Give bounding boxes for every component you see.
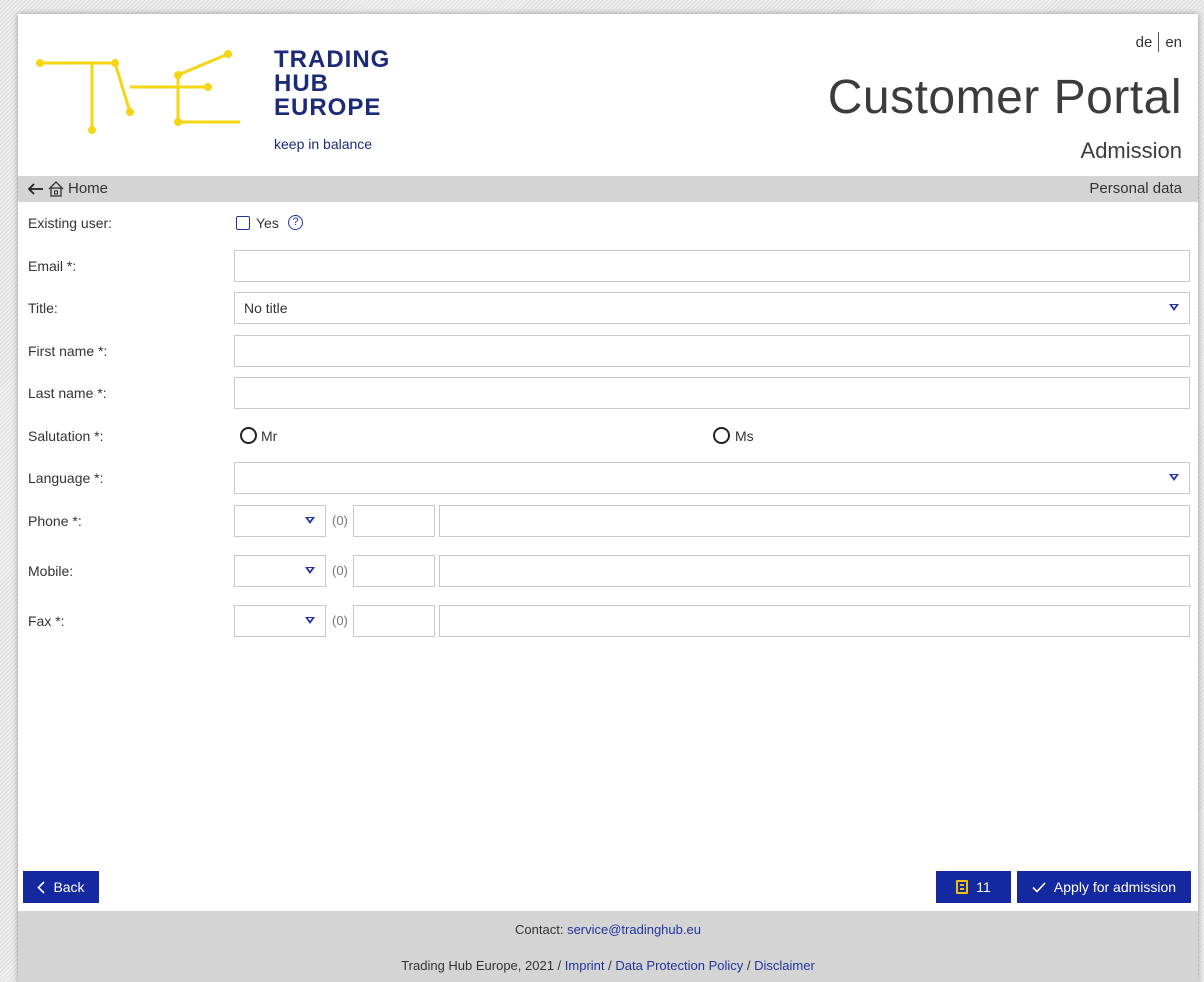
data-protection-link[interactable]: Data Protection Policy bbox=[615, 958, 743, 973]
chevron-down-icon bbox=[305, 517, 315, 524]
contact-email-link[interactable]: service@tradinghub.eu bbox=[567, 922, 701, 937]
salutation-ms-label[interactable]: Ms bbox=[735, 428, 754, 444]
last-name-row: Last name *: bbox=[18, 377, 1198, 409]
home-link[interactable]: Home bbox=[28, 180, 108, 197]
chevron-left-icon bbox=[37, 880, 46, 894]
home-icon bbox=[48, 180, 64, 197]
fax-label: Fax *: bbox=[28, 613, 65, 629]
phone-area-code-field[interactable] bbox=[353, 505, 435, 537]
first-name-field[interactable] bbox=[234, 335, 1190, 367]
fax-row: Fax *: (0) bbox=[18, 605, 1198, 637]
last-name-label: Last name *: bbox=[28, 385, 107, 401]
fax-number-field[interactable] bbox=[439, 605, 1190, 637]
footer-separator: / bbox=[604, 958, 616, 973]
phone-zero-prefix: (0) bbox=[332, 513, 348, 528]
email-field[interactable] bbox=[234, 250, 1190, 282]
title-select[interactable]: No title bbox=[234, 292, 1190, 324]
arrow-left-icon bbox=[28, 182, 43, 195]
lang-de-link[interactable]: de bbox=[1136, 34, 1153, 51]
checkmark-icon bbox=[1032, 881, 1046, 893]
language-row: Language *: bbox=[18, 462, 1198, 494]
title-label: Title: bbox=[28, 300, 58, 316]
salutation-ms-radio[interactable] bbox=[713, 427, 730, 444]
existing-user-label: Existing user: bbox=[28, 215, 113, 231]
existing-user-row: Existing user: Yes ? bbox=[18, 207, 1198, 239]
chevron-down-icon bbox=[1169, 474, 1179, 481]
lang-en-link[interactable]: en bbox=[1165, 34, 1182, 51]
chevron-down-icon bbox=[305, 567, 315, 574]
apply-label: Apply for admission bbox=[1053, 879, 1177, 895]
mobile-row: Mobile: (0) bbox=[18, 555, 1198, 587]
logo-tagline: keep in balance bbox=[274, 136, 373, 152]
language-switcher: de en bbox=[1136, 32, 1182, 52]
title-row: Title: No title bbox=[18, 292, 1198, 324]
back-button[interactable]: Back bbox=[23, 871, 99, 903]
the-logo-graphic bbox=[36, 50, 240, 134]
page-frame: TRADING HUB EUROPE keep in balance de en… bbox=[18, 14, 1198, 982]
fax-country-code-select[interactable] bbox=[234, 605, 326, 637]
chevron-down-icon bbox=[1169, 304, 1179, 311]
mobile-number-field[interactable] bbox=[439, 555, 1190, 587]
tasks-button[interactable]: 11 bbox=[936, 871, 1011, 903]
mobile-label: Mobile: bbox=[28, 563, 74, 579]
logo-wordmark: TRADING HUB EUROPE bbox=[274, 46, 391, 121]
salutation-row: Salutation *: Mr Ms bbox=[18, 420, 1198, 452]
contact-prefix: Contact: bbox=[515, 922, 568, 937]
disclaimer-link[interactable]: Disclaimer bbox=[754, 958, 815, 973]
language-label: Language *: bbox=[28, 470, 104, 486]
footer-separator: / bbox=[743, 958, 755, 973]
salutation-mr-radio[interactable] bbox=[240, 427, 257, 444]
portal-subtitle: Admission bbox=[1080, 138, 1182, 163]
phone-country-code-select[interactable] bbox=[234, 505, 326, 537]
first-name-row: First name *: bbox=[18, 335, 1198, 367]
footer-legal: Trading Hub Europe, 2021 / Imprint / Dat… bbox=[18, 958, 1198, 973]
first-name-label: First name *: bbox=[28, 343, 108, 359]
fax-area-code-field[interactable] bbox=[353, 605, 435, 637]
copyright-text: Trading Hub Europe, 2021 / bbox=[401, 958, 565, 973]
salutation-label: Salutation *: bbox=[28, 428, 104, 444]
lang-separator bbox=[1158, 32, 1160, 52]
phone-number-field[interactable] bbox=[439, 505, 1190, 537]
help-icon[interactable]: ? bbox=[288, 215, 303, 230]
breadcrumb: Home Personal data bbox=[18, 176, 1198, 202]
phone-row: Phone *: (0) bbox=[18, 505, 1198, 537]
last-name-field[interactable] bbox=[234, 377, 1190, 409]
fax-zero-prefix: (0) bbox=[332, 613, 348, 628]
tasks-count: 11 bbox=[976, 879, 991, 895]
mobile-area-code-field[interactable] bbox=[353, 555, 435, 587]
home-label: Home bbox=[68, 180, 109, 197]
email-row: Email *: bbox=[18, 250, 1198, 282]
footer-contact: Contact: service@tradinghub.eu bbox=[18, 922, 1198, 937]
footer: Contact: service@tradinghub.eu Trading H… bbox=[18, 911, 1198, 982]
language-select[interactable] bbox=[234, 462, 1190, 494]
title-value: No title bbox=[244, 300, 288, 316]
mobile-country-code-select[interactable] bbox=[234, 555, 326, 587]
email-label: Email *: bbox=[28, 258, 77, 274]
section-title: Personal data bbox=[1089, 180, 1182, 197]
imprint-link[interactable]: Imprint bbox=[565, 958, 605, 973]
salutation-mr-label[interactable]: Mr bbox=[261, 428, 277, 444]
chevron-down-icon bbox=[305, 617, 315, 624]
back-label: Back bbox=[53, 879, 85, 895]
mobile-zero-prefix: (0) bbox=[332, 563, 348, 578]
existing-user-checkbox[interactable] bbox=[236, 216, 250, 230]
clipboard-icon bbox=[956, 880, 969, 894]
apply-for-admission-button[interactable]: Apply for admission bbox=[1017, 871, 1191, 903]
existing-user-yes-label[interactable]: Yes bbox=[256, 215, 279, 231]
phone-label: Phone *: bbox=[28, 513, 82, 529]
portal-title: Customer Portal bbox=[827, 71, 1182, 124]
